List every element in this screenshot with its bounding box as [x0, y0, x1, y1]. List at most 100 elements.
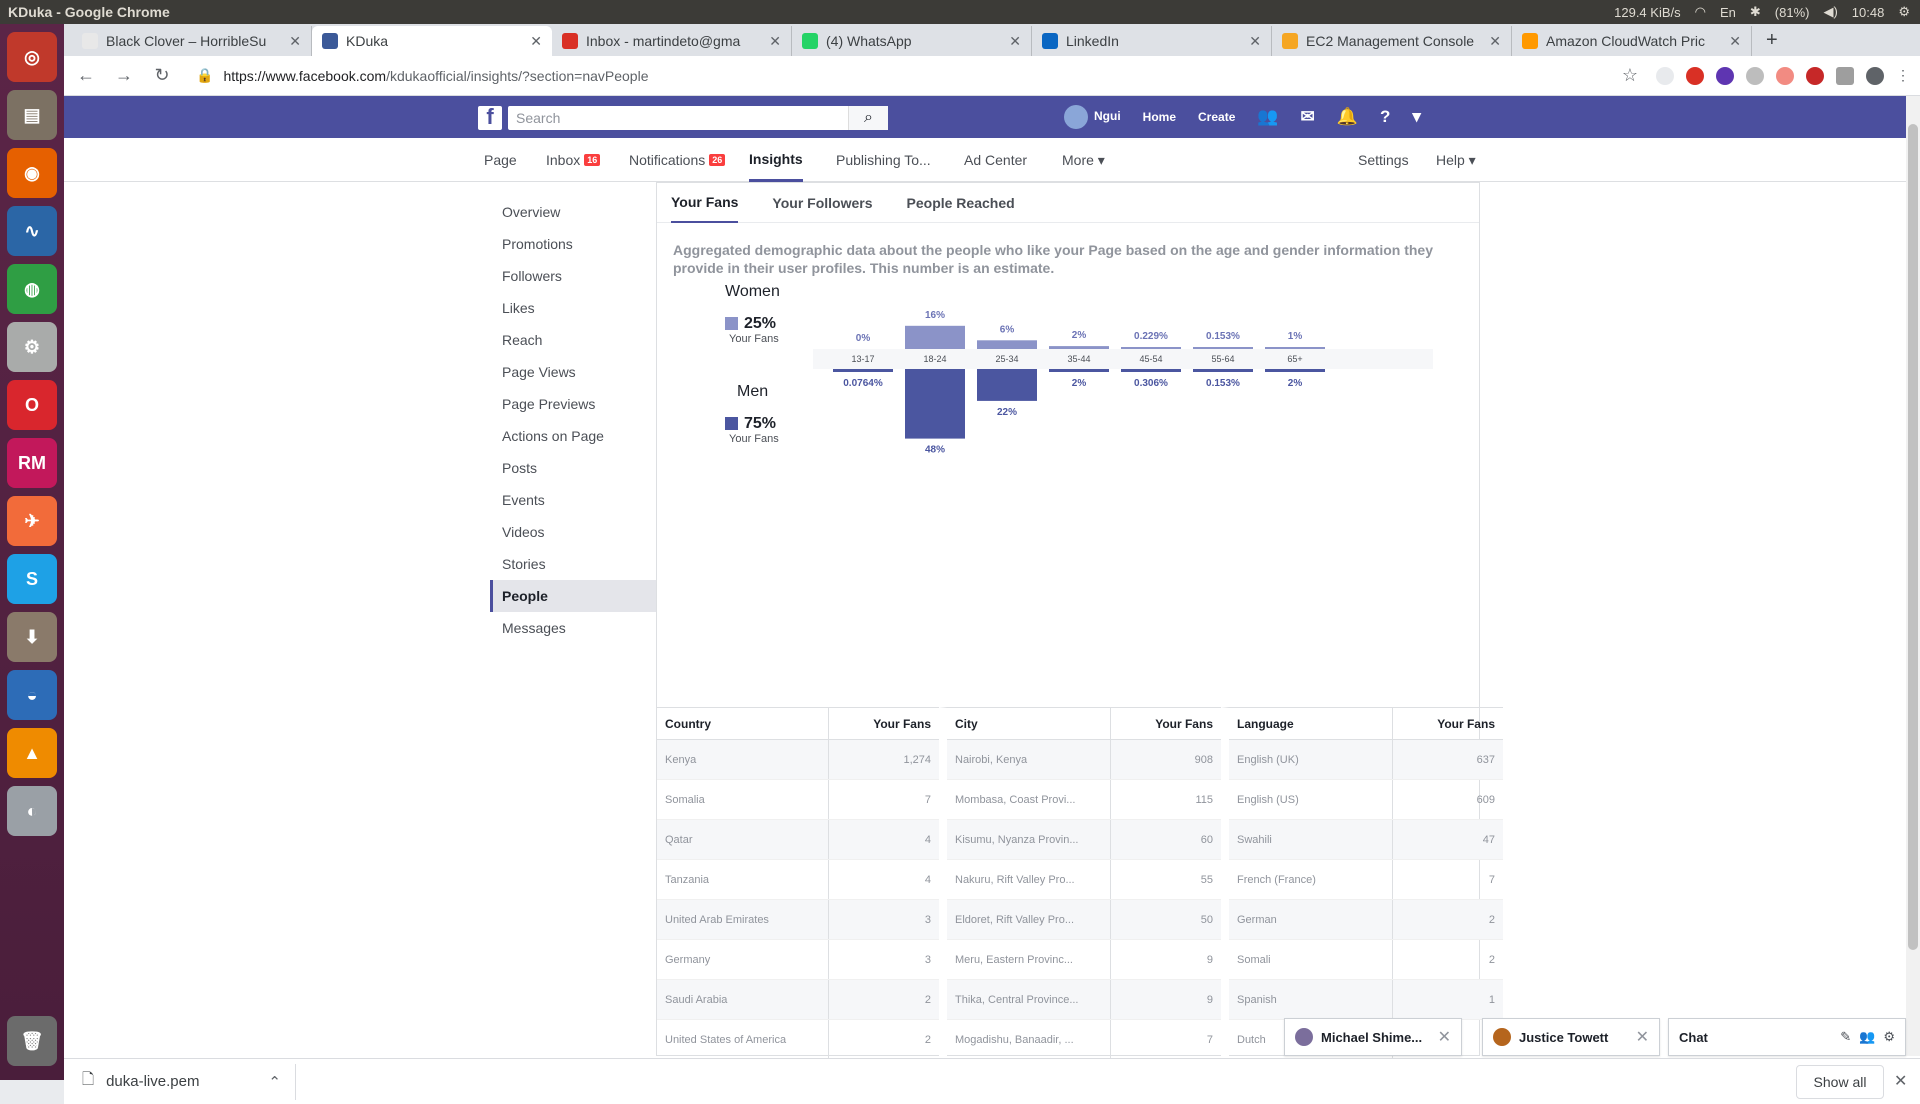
power-icon[interactable]: ⚙ — [1898, 4, 1910, 20]
friend-requests-icon[interactable]: 👥 — [1257, 107, 1278, 127]
chat-tab-justice[interactable]: Justice Towett ✕ — [1482, 1018, 1660, 1056]
download-item[interactable]: 🗋 duka-live.pem ⌃ — [64, 1063, 296, 1100]
reload-icon[interactable]: ↻ — [150, 65, 174, 86]
cast-icon[interactable] — [1836, 66, 1854, 85]
menu-icon[interactable]: ⋮ — [1896, 67, 1910, 84]
extension-icon[interactable] — [1806, 66, 1824, 85]
group-icon[interactable]: 👥 — [1859, 1029, 1875, 1045]
sidebar-item-page-views[interactable]: Page Views — [490, 356, 656, 388]
user-profile-link[interactable]: Ngui — [1064, 105, 1121, 129]
bookmark-star-icon[interactable]: ☆ — [1618, 65, 1642, 86]
column-header[interactable]: Your Fans — [829, 717, 939, 731]
profile-avatar[interactable] — [1866, 66, 1884, 85]
sidebar-item-followers[interactable]: Followers — [490, 260, 656, 292]
tab-notifications[interactable]: Notifications 26 — [629, 138, 726, 182]
postman-icon[interactable]: ✈ — [7, 496, 57, 546]
close-icon[interactable]: ✕ — [1894, 1071, 1907, 1091]
gear-icon[interactable]: ⚙ — [1883, 1029, 1895, 1045]
sidebar-item-people[interactable]: People — [490, 580, 656, 612]
browser-tab[interactable]: Black Clover – HorribleSu ✕ — [72, 26, 312, 56]
sidebar-item-reach[interactable]: Reach — [490, 324, 656, 356]
chrome-icon[interactable]: ◍ — [7, 264, 57, 314]
sidebar-item-page-previews[interactable]: Page Previews — [490, 388, 656, 420]
show-all-button[interactable]: Show all — [1796, 1065, 1884, 1099]
help-icon[interactable]: ? — [1380, 107, 1390, 127]
chat-sidebar-tab[interactable]: Chat ✎ 👥 ⚙ — [1668, 1018, 1906, 1056]
new-tab-button[interactable]: + — [1752, 29, 1792, 56]
close-icon[interactable]: ✕ — [1489, 33, 1501, 50]
monitor-icon[interactable]: ∿ — [7, 206, 57, 256]
extension-icon[interactable] — [1776, 66, 1794, 85]
account-menu-chevron-icon[interactable]: ▾ — [1412, 107, 1421, 127]
skype-icon[interactable]: S — [7, 554, 57, 604]
column-header[interactable]: Country — [657, 708, 829, 739]
tab-insights[interactable]: Insights — [749, 138, 803, 182]
address-bar[interactable]: 🔒 https://www.facebook.com/kdukaofficial… — [188, 61, 1604, 91]
chevron-up-icon[interactable]: ⌃ — [268, 1073, 281, 1091]
close-icon[interactable]: ✕ — [1249, 33, 1261, 50]
chat-tab-michael[interactable]: Michael Shime... ✕ — [1284, 1018, 1462, 1056]
clock[interactable]: 10:48 — [1852, 5, 1885, 20]
vlc-icon[interactable]: ▲ — [7, 728, 57, 778]
column-header[interactable]: Language — [1229, 708, 1393, 739]
extension-icon[interactable] — [1656, 66, 1674, 85]
sidebar-item-videos[interactable]: Videos — [490, 516, 656, 548]
close-icon[interactable]: ✕ — [769, 33, 781, 50]
tab-page[interactable]: Page — [484, 138, 517, 182]
facebook-logo[interactable]: f — [478, 104, 502, 130]
page-scrollbar[interactable] — [1906, 96, 1920, 1056]
battery-status[interactable]: (81%) — [1775, 5, 1810, 20]
bluetooth-icon[interactable]: ✱ — [1750, 4, 1761, 20]
browser-tab[interactable]: KDuka ✕ — [312, 26, 552, 56]
sidebar-item-actions-on-page[interactable]: Actions on Page — [490, 420, 656, 452]
settings-icon[interactable]: ⚙ — [7, 322, 57, 372]
keyboard-lang[interactable]: En — [1720, 5, 1736, 20]
volume-icon[interactable]: ◀) — [1823, 4, 1837, 20]
tab-inbox[interactable]: Inbox 16 — [546, 138, 601, 182]
browser-tab[interactable]: (4) WhatsApp ✕ — [792, 26, 1032, 56]
sidebar-item-messages[interactable]: Messages — [490, 612, 656, 644]
back-icon[interactable]: ← — [74, 65, 98, 86]
ubuntu-icon[interactable]: ◎ — [7, 32, 57, 82]
browser-tab[interactable]: Inbox - martindeto@gma ✕ — [552, 26, 792, 56]
rubymine-icon[interactable]: RM — [7, 438, 57, 488]
close-icon[interactable]: ✕ — [1729, 33, 1741, 50]
close-icon[interactable]: ✕ — [289, 33, 301, 50]
close-icon[interactable]: ✕ — [1438, 1027, 1451, 1047]
tab-more[interactable]: More ▾ — [1062, 138, 1105, 182]
sidebar-item-stories[interactable]: Stories — [490, 548, 656, 580]
globe-icon[interactable]: ◒ — [7, 670, 57, 720]
sidebar-item-promotions[interactable]: Promotions — [490, 228, 656, 260]
sidebar-item-events[interactable]: Events — [490, 484, 656, 516]
sidebar-item-posts[interactable]: Posts — [490, 452, 656, 484]
messenger-icon[interactable]: ✉ — [1301, 107, 1315, 127]
extension-icon[interactable] — [1686, 66, 1704, 85]
home-link[interactable]: Home — [1143, 110, 1176, 124]
facebook-search-input[interactable]: Search — [508, 106, 848, 130]
sidebar-item-likes[interactable]: Likes — [490, 292, 656, 324]
wifi-icon[interactable]: ◠ — [1695, 4, 1706, 20]
installer-icon[interactable]: ⬇ — [7, 612, 57, 662]
extension-icon[interactable] — [1746, 66, 1764, 85]
firefox-icon[interactable]: ◉ — [7, 148, 57, 198]
compose-icon[interactable]: ✎ — [1840, 1029, 1851, 1045]
opera-icon[interactable]: O — [7, 380, 57, 430]
close-icon[interactable]: ✕ — [1636, 1027, 1649, 1047]
column-header[interactable]: Your Fans — [1111, 717, 1221, 731]
forward-icon[interactable]: → — [112, 65, 136, 86]
trash-icon[interactable]: 🗑 — [7, 1016, 57, 1066]
close-icon[interactable]: ✕ — [530, 33, 542, 50]
help-link[interactable]: Help ▾ — [1436, 138, 1476, 182]
column-header[interactable]: Your Fans — [1393, 717, 1503, 731]
create-link[interactable]: Create — [1198, 110, 1235, 124]
extension-icon[interactable] — [1716, 66, 1734, 85]
browser-tab[interactable]: EC2 Management Console ✕ — [1272, 26, 1512, 56]
scrollbar-thumb[interactable] — [1908, 124, 1918, 950]
column-header[interactable]: City — [947, 708, 1111, 739]
files-icon[interactable]: ▤ — [7, 90, 57, 140]
close-icon[interactable]: ✕ — [1009, 33, 1021, 50]
disk-icon[interactable]: ◐ — [7, 786, 57, 836]
notifications-bell-icon[interactable]: 🔔 — [1337, 107, 1358, 127]
sidebar-item-overview[interactable]: Overview — [490, 196, 656, 228]
tab-ad-center[interactable]: Ad Center — [964, 138, 1027, 182]
